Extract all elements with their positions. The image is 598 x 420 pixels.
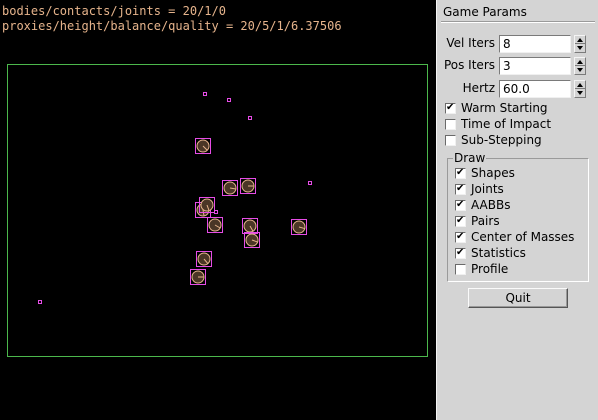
body-circle[interactable]	[195, 138, 211, 154]
hertz-stepper[interactable]	[574, 80, 586, 98]
body-circle[interactable]	[240, 178, 256, 194]
body-circle[interactable]	[242, 218, 258, 234]
body-circle[interactable]	[190, 269, 206, 285]
particle-aabb	[214, 210, 218, 214]
particle-aabb	[203, 92, 207, 96]
particle	[248, 116, 252, 120]
vel-iters-stepper[interactable]	[574, 35, 586, 53]
checkmark-icon: ✔	[456, 231, 465, 242]
particle	[308, 181, 312, 185]
particle	[203, 92, 207, 96]
checkmark-icon: ✔	[456, 167, 465, 178]
body-circle[interactable]	[291, 219, 307, 235]
game-params-panel: Game Params Vel Iters 8 Pos Iters 3 Hert…	[436, 0, 598, 420]
time-of-impact-checkbox[interactable]: ✔	[445, 119, 456, 130]
time-of-impact-label[interactable]: Time of Impact	[461, 117, 551, 131]
draw-statistics-label[interactable]: Statistics	[471, 246, 526, 260]
body-circle[interactable]	[207, 217, 223, 233]
body-circle[interactable]	[222, 180, 238, 196]
checkmark-icon: ✔	[446, 102, 455, 113]
draw-pairs-label[interactable]: Pairs	[471, 214, 500, 228]
simulation-canvas[interactable]: bodies/contacts/joints = 20/1/0 proxies/…	[0, 0, 436, 420]
pos-iters-input[interactable]: 3	[499, 57, 571, 75]
warm-starting-checkbox[interactable]: ✔	[445, 102, 456, 114]
arrow-up-icon[interactable]	[577, 38, 583, 42]
warm-starting-label[interactable]: Warm Starting	[461, 101, 548, 115]
pos-iters-label: Pos Iters	[443, 58, 495, 72]
draw-profile-checkbox[interactable]: ✔	[455, 264, 466, 275]
checkmark-icon: ✔	[456, 183, 465, 194]
pos-iters-stepper[interactable]	[574, 57, 586, 75]
arrow-up-icon[interactable]	[577, 60, 583, 64]
draw-joints-checkbox[interactable]: ✔	[455, 183, 466, 195]
vel-iters-input[interactable]: 8	[499, 35, 571, 53]
bodies-layer	[38, 92, 312, 304]
draw-aabbs-label[interactable]: AABBs	[471, 198, 510, 212]
particle	[227, 98, 231, 102]
body-circle[interactable]	[196, 251, 212, 267]
draw-pairs-checkbox[interactable]: ✔	[455, 215, 466, 227]
draw-shapes-label[interactable]: Shapes	[471, 166, 515, 180]
draw-center-of-masses-checkbox[interactable]: ✔	[455, 231, 466, 243]
quit-button[interactable]: Quit	[468, 288, 568, 308]
arrow-down-icon[interactable]	[577, 46, 583, 50]
vel-iters-label: Vel Iters	[446, 36, 495, 50]
body-circle[interactable]	[244, 232, 260, 248]
particle-aabb	[248, 116, 252, 120]
checkmark-icon: ✔	[456, 199, 465, 210]
hertz-input[interactable]: 60.0	[499, 80, 571, 98]
particle	[38, 300, 42, 304]
arrow-down-icon[interactable]	[577, 91, 583, 95]
arrow-up-icon[interactable]	[577, 83, 583, 87]
arrow-down-icon[interactable]	[577, 68, 583, 72]
sub-stepping-checkbox[interactable]: ✔	[445, 135, 456, 146]
draw-aabbs-checkbox[interactable]: ✔	[455, 199, 466, 211]
draw-statistics-checkbox[interactable]: ✔	[455, 247, 466, 259]
title-separator	[441, 21, 595, 23]
draw-joints-label[interactable]: Joints	[471, 182, 504, 196]
draw-group-frame	[447, 158, 589, 282]
world-view[interactable]	[0, 0, 436, 420]
particle	[214, 210, 218, 214]
checkmark-icon: ✔	[456, 247, 465, 258]
draw-center-of-masses-label[interactable]: Center of Masses	[471, 230, 574, 244]
particle-aabb	[38, 300, 42, 304]
hertz-label: Hertz	[462, 81, 495, 95]
panel-title: Game Params	[443, 5, 527, 19]
sub-stepping-label[interactable]: Sub-Stepping	[461, 133, 542, 147]
draw-profile-label[interactable]: Profile	[471, 262, 508, 276]
draw-group-title: Draw	[453, 151, 487, 165]
checkmark-icon: ✔	[456, 215, 465, 226]
particle-aabb	[227, 98, 231, 102]
particle-aabb	[308, 181, 312, 185]
draw-shapes-checkbox[interactable]: ✔	[455, 167, 466, 179]
